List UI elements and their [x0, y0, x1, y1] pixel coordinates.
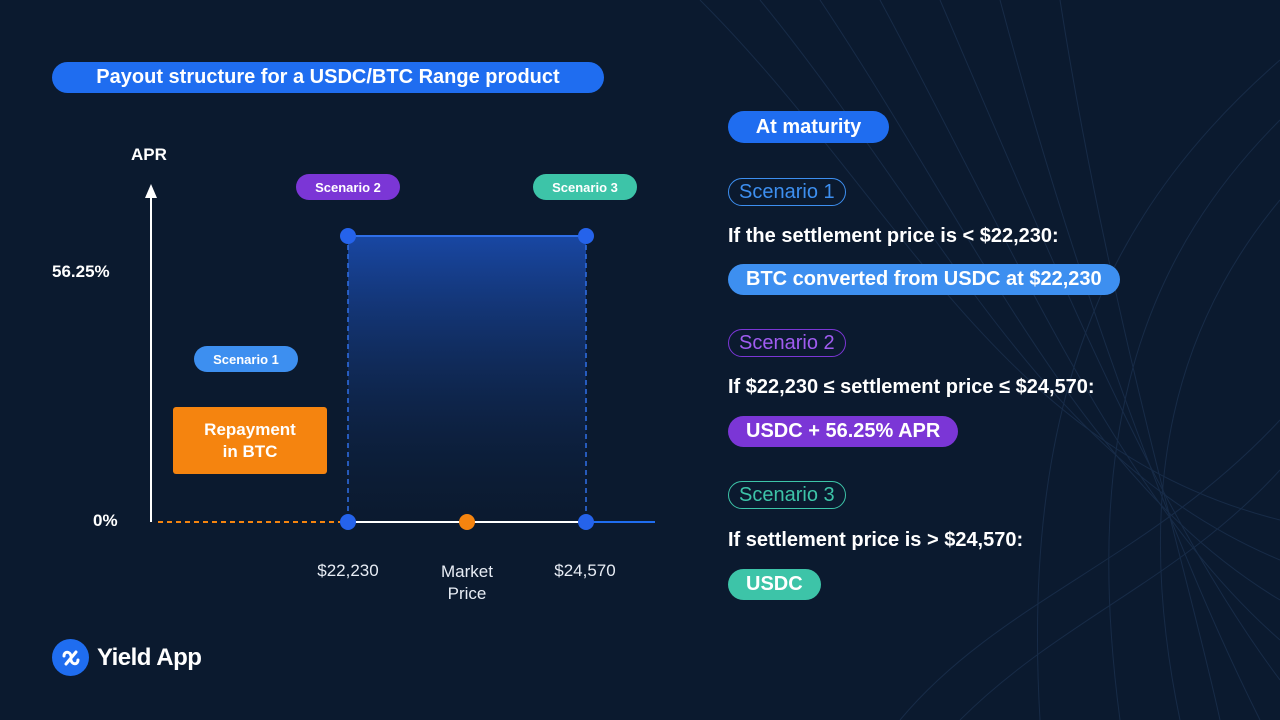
- y-tick-zero: 0%: [93, 511, 118, 530]
- brand-name: Yield App: [97, 643, 202, 671]
- repayment-line1: Repayment: [204, 419, 296, 439]
- point-upper-zero: [578, 514, 594, 530]
- scenario1-label: Scenario 1: [728, 178, 846, 206]
- brand-logo[interactable]: Yield App: [52, 639, 202, 676]
- x-tick-market-price: Market Price: [417, 561, 517, 605]
- y-axis-label: APR: [131, 145, 167, 164]
- point-lower-top: [340, 228, 356, 244]
- scenario3-chart-tag: Scenario 3: [533, 174, 637, 200]
- scenario1-result: BTC converted from USDC at $22,230: [728, 264, 1120, 295]
- scenario2-label: Scenario 2: [728, 329, 846, 357]
- y-tick-high: 56.25%: [52, 262, 110, 281]
- y-axis-arrow-icon: [145, 184, 157, 198]
- x-tick-market-line2: Price: [447, 584, 487, 603]
- payout-chart: [145, 184, 655, 530]
- x-tick-market-line1: Market: [441, 562, 493, 581]
- scenario3-result: USDC: [728, 569, 821, 600]
- at-maturity-heading: At maturity: [728, 111, 889, 143]
- point-market-price: [459, 514, 475, 530]
- point-upper-top: [578, 228, 594, 244]
- repayment-in-btc-box: Repayment in BTC: [173, 407, 327, 474]
- scenario1-condition: If the settlement price is < $22,230:: [728, 225, 1059, 247]
- point-lower-zero: [340, 514, 356, 530]
- scenario2-chart-tag: Scenario 2: [296, 174, 400, 200]
- apr-area-fill: [348, 236, 586, 522]
- scenario2-condition: If $22,230 ≤ settlement price ≤ $24,570:: [728, 376, 1095, 398]
- scenario3-condition: If settlement price is > $24,570:: [728, 529, 1024, 551]
- scenario2-result: USDC + 56.25% APR: [728, 416, 959, 447]
- scenario3-label: Scenario 3: [728, 481, 846, 509]
- x-tick-upper: $24,570: [554, 561, 616, 580]
- yield-app-logo-icon: [52, 639, 89, 676]
- scenario1-chart-tag: Scenario 1: [194, 346, 298, 372]
- x-tick-lower: $22,230: [317, 561, 379, 580]
- repayment-line2: in BTC: [222, 441, 278, 461]
